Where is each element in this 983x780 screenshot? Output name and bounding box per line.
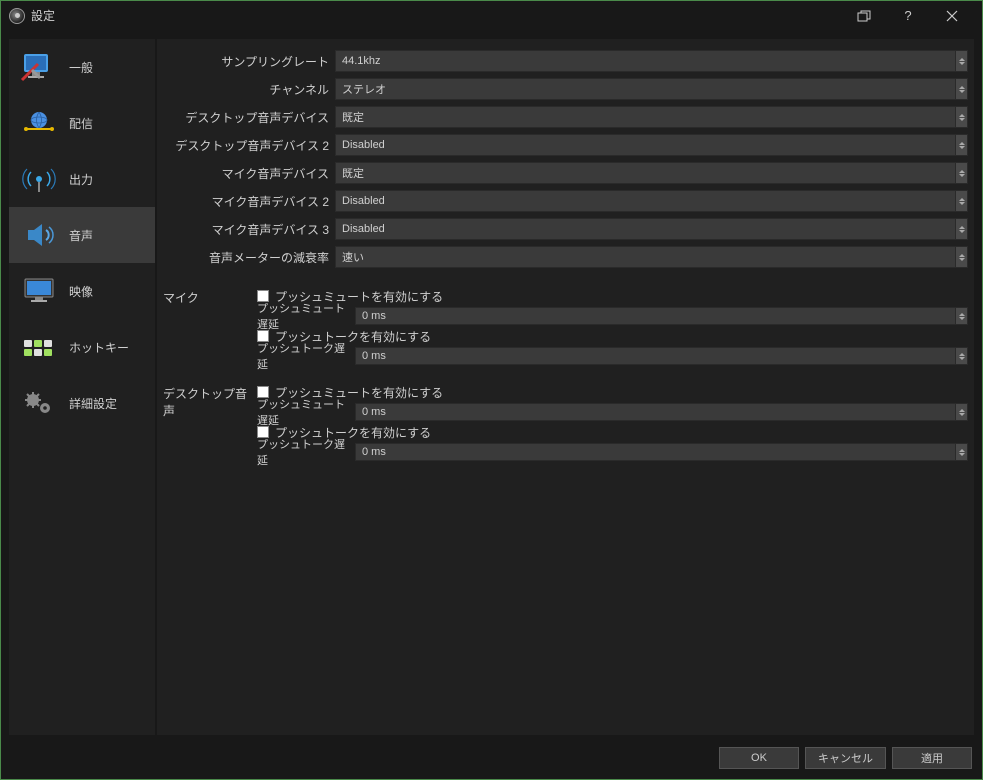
sidebar-output-label: 出力 (69, 171, 93, 188)
sidebar-item-audio[interactable]: 音声 (9, 207, 155, 263)
spinner-arrows-icon (955, 51, 967, 71)
sidebar-item-hotkeys[interactable]: ホットキー (9, 319, 155, 375)
mic-audio2-dropdown[interactable]: Disabled (335, 190, 968, 212)
spinner-arrows-icon (955, 444, 967, 460)
keyboard-icon (19, 331, 59, 363)
mic-audio-label: マイク音声デバイス (163, 165, 329, 182)
mic-audio-value: 既定 (342, 165, 961, 181)
main-panel: サンプリングレート 44.1khz チャンネル ステレオ デスクトップ音声デバイ… (157, 39, 974, 735)
window-title: 設定 (31, 7, 55, 24)
sidebar-item-advanced[interactable]: 詳細設定 (9, 375, 155, 431)
desktop-audio-value: 既定 (342, 109, 961, 125)
desktop-section-label: デスクトップ音声 (163, 383, 251, 461)
mic-audio3-label: マイク音声デバイス 3 (163, 221, 329, 238)
spinner-arrows-icon (955, 191, 967, 211)
mic-push-talk-delay-value: 0 ms (362, 350, 386, 362)
sidebar-general-label: 一般 (69, 59, 93, 76)
spinner-arrows-icon (955, 348, 967, 364)
sidebar-audio-label: 音声 (69, 227, 93, 244)
mic-audio3-value: Disabled (342, 223, 961, 235)
content-area: 一般 配信 (1, 31, 982, 743)
close-button[interactable] (930, 2, 974, 30)
ok-button[interactable]: OK (719, 747, 799, 769)
cancel-button[interactable]: キャンセル (805, 747, 886, 769)
spinner-arrows-icon (955, 79, 967, 99)
mic-section: マイク プッシュミュートを有効にする プッシュミュート遅延 0 ms プッシュト… (163, 287, 968, 365)
mic-push-talk-delay-spinner[interactable]: 0 ms (355, 347, 968, 365)
apply-button[interactable]: 適用 (892, 747, 972, 769)
globe-stream-icon (19, 107, 59, 139)
mic-audio2-value: Disabled (342, 195, 961, 207)
desktop-push-talk-delay-value: 0 ms (362, 446, 386, 458)
sidebar-item-general[interactable]: 一般 (9, 39, 155, 95)
restore-icon[interactable] (842, 2, 886, 30)
desktop-push-mute-delay-value: 0 ms (362, 406, 386, 418)
mic-audio3-dropdown[interactable]: Disabled (335, 218, 968, 240)
app-icon (9, 8, 25, 24)
mic-audio2-label: マイク音声デバイス 2 (163, 193, 329, 210)
spinner-arrows-icon (955, 163, 967, 183)
help-button[interactable]: ? (886, 2, 930, 30)
sample-rate-dropdown[interactable]: 44.1khz (335, 50, 968, 72)
monitor-tools-icon (19, 51, 59, 83)
sidebar: 一般 配信 (9, 39, 155, 735)
footer: OK キャンセル 適用 (1, 743, 982, 773)
titlebar: 設定 ? (1, 1, 982, 31)
desktop-audio-section: デスクトップ音声 プッシュミュートを有効にする プッシュミュート遅延 0 ms … (163, 383, 968, 461)
mic-push-mute-delay-value: 0 ms (362, 310, 386, 322)
desktop-push-talk-delay-spinner[interactable]: 0 ms (355, 443, 968, 461)
spinner-arrows-icon (955, 404, 967, 420)
sidebar-stream-label: 配信 (69, 115, 93, 132)
desktop-audio2-label: デスクトップ音声デバイス 2 (163, 137, 329, 154)
desktop-audio2-value: Disabled (342, 139, 961, 151)
sidebar-video-label: 映像 (69, 283, 93, 300)
mic-audio-dropdown[interactable]: 既定 (335, 162, 968, 184)
desktop-audio-dropdown[interactable]: 既定 (335, 106, 968, 128)
spinner-arrows-icon (955, 247, 967, 267)
desktop-audio2-dropdown[interactable]: Disabled (335, 134, 968, 156)
spinner-arrows-icon (955, 135, 967, 155)
channels-label: チャンネル (163, 81, 329, 98)
gears-icon (19, 387, 59, 419)
spinner-arrows-icon (955, 219, 967, 239)
desktop-push-talk-delay-label: プッシュトーク遅延 (257, 436, 351, 468)
mic-push-talk-delay-label: プッシュトーク遅延 (257, 340, 351, 372)
sidebar-hotkeys-label: ホットキー (69, 339, 129, 356)
channels-value: ステレオ (342, 81, 961, 97)
monitor-icon (19, 275, 59, 307)
channels-dropdown[interactable]: ステレオ (335, 78, 968, 100)
sidebar-advanced-label: 詳細設定 (69, 395, 117, 412)
sidebar-item-video[interactable]: 映像 (9, 263, 155, 319)
desktop-push-mute-delay-spinner[interactable]: 0 ms (355, 403, 968, 421)
spinner-arrows-icon (955, 308, 967, 324)
sample-rate-label: サンプリングレート (163, 53, 329, 70)
speaker-icon (19, 219, 59, 251)
mic-push-mute-delay-spinner[interactable]: 0 ms (355, 307, 968, 325)
decay-rate-dropdown[interactable]: 速い (335, 246, 968, 268)
sidebar-item-stream[interactable]: 配信 (9, 95, 155, 151)
spinner-arrows-icon (955, 107, 967, 127)
decay-rate-label: 音声メーターの減衰率 (163, 249, 329, 266)
sidebar-item-output[interactable]: 出力 (9, 151, 155, 207)
broadcast-icon (19, 163, 59, 195)
sample-rate-value: 44.1khz (342, 55, 961, 67)
mic-section-label: マイク (163, 287, 251, 365)
decay-rate-value: 速い (342, 249, 961, 265)
desktop-audio-label: デスクトップ音声デバイス (163, 109, 329, 126)
